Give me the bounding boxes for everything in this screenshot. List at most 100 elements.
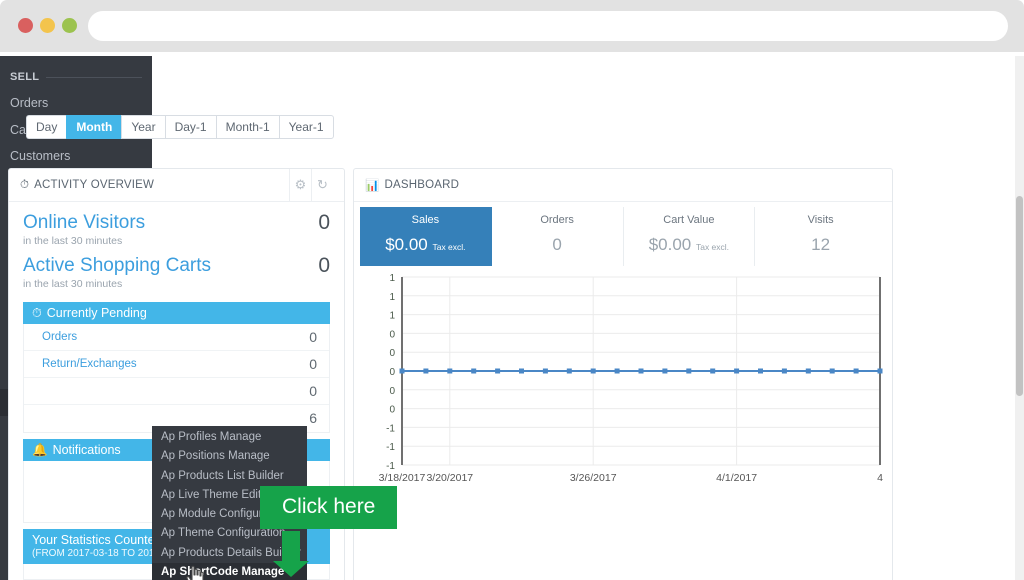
svg-text:0: 0 (389, 329, 395, 340)
activity-overview-header: ⏱ ACTIVITY OVERVIEW ⚙ ↻ (9, 168, 344, 202)
kpi-suffix: Tax excl. (695, 242, 730, 252)
kpi-value-group: 0 (494, 235, 621, 255)
notifications-title: Notifications (52, 442, 121, 457)
svg-text:3/26/2017: 3/26/2017 (570, 472, 617, 484)
dashboard-title: DASHBOARD (384, 179, 460, 191)
svg-text:3/18/2017: 3/18/2017 (379, 472, 426, 484)
activity-overview-title: ACTIVITY OVERVIEW (34, 179, 155, 191)
sidebar-section-label: SELL (10, 71, 40, 83)
svg-text:1: 1 (389, 273, 395, 284)
url-input[interactable] (88, 11, 1008, 41)
submenu-item-ap-positions-manage[interactable]: Ap Positions Manage (152, 447, 307, 466)
svg-text:-1: -1 (386, 461, 395, 472)
list-item[interactable]: 0 (24, 378, 329, 405)
kpi-visits[interactable]: Visits 12 (755, 207, 886, 266)
period-tab-year[interactable]: Year (121, 115, 165, 139)
sidebar-item-customers[interactable]: Customers (0, 143, 152, 170)
kpi-label: Sales (411, 214, 440, 226)
kpi-value: $0.00 (385, 235, 428, 254)
clock-icon: ⏱ (20, 178, 30, 191)
period-tab-month-1[interactable]: Month-1 (215, 115, 279, 139)
kpi-suffix: Tax excl. (432, 242, 466, 252)
content-header (152, 56, 1024, 108)
svg-text:-1: -1 (386, 423, 395, 434)
metric-value: 0 (318, 253, 330, 277)
period-tab-year-1[interactable]: Year-1 (278, 115, 334, 139)
svg-text:1: 1 (389, 292, 395, 303)
dashboard-chart: 1 1 1 0 0 0 0 0 -1 -1 -1 3/18/2017 3/20/2017 3/26/201… (354, 269, 892, 499)
maximize-window-dot[interactable] (62, 18, 77, 33)
clock-icon: ⏱ (32, 305, 42, 320)
period-tab-day[interactable]: Day (26, 115, 67, 139)
callout-label: Click here (260, 486, 398, 529)
page-body: SELL Orders Catalog Customers Customer S… (0, 52, 1024, 580)
svg-text:0: 0 (389, 367, 395, 378)
dashboard-panel: 📊 DASHBOARD Sales $0.00 Tax excl. Orders… (353, 168, 893, 580)
hand-cursor-icon (186, 565, 204, 580)
metric-value: 0 (318, 211, 330, 234)
svg-text:-1: -1 (386, 442, 395, 453)
kpi-label: Visits (807, 214, 834, 226)
metric-label: Online Visitors (23, 212, 146, 233)
sidebar-item-orders[interactable]: Orders (0, 90, 152, 117)
click-here-callout: Click here (260, 486, 398, 577)
pending-row-value: 0 (309, 382, 317, 399)
kpi-orders[interactable]: Orders 0 (492, 207, 624, 266)
kpi-value: 0 (552, 235, 562, 254)
metric-text-group: Online Visitors in the last 30 minutes (23, 212, 145, 255)
window-controls (18, 18, 77, 33)
svg-text:1: 1 (389, 311, 395, 322)
period-selector: Day Month Year Day-1 Month-1 Year-1 (26, 115, 334, 139)
kpi-value-group: $0.00 Tax excl. (362, 235, 489, 255)
gear-icon[interactable]: ⚙ (289, 168, 311, 202)
section-rule (46, 76, 142, 78)
metric-label: Active Shopping Carts (23, 254, 211, 276)
metric-text-group: Active Shopping Carts in the last 30 min… (23, 255, 211, 298)
svg-text:0: 0 (389, 405, 395, 416)
pending-row-label: Return/Exchanges (42, 357, 137, 370)
kpi-value-group: $0.00 Tax excl. (626, 235, 753, 255)
pending-row-value: 0 (309, 355, 317, 372)
list-item[interactable]: Orders 0 (24, 324, 329, 351)
metric-active-shopping-carts: Active Shopping Carts in the last 30 min… (23, 253, 330, 298)
app-root: SELL Orders Catalog Customers Customer S… (0, 0, 1024, 580)
list-item[interactable]: Return/Exchanges 0 (24, 351, 329, 378)
period-tab-day-1[interactable]: Day-1 (164, 115, 216, 139)
submenu-item-ap-products-list-builder[interactable]: Ap Products List Builder (152, 467, 307, 486)
refresh-icon[interactable]: ↻ (311, 168, 333, 202)
kpi-label: Orders (540, 214, 574, 226)
svg-text:4/1/2017: 4/1/2017 (716, 472, 757, 484)
metric-sublabel: in the last 30 minutes (23, 234, 123, 247)
activity-overview-actions: ⚙ ↻ (289, 168, 333, 202)
close-window-dot[interactable] (18, 18, 33, 33)
browser-chrome (0, 0, 1024, 52)
currently-pending-title: Currently Pending (46, 305, 147, 320)
bell-icon: 🔔 (32, 442, 48, 457)
kpi-row: Sales $0.00 Tax excl. Orders 0 Cart Valu… (354, 202, 892, 272)
kpi-value-group: 12 (757, 235, 884, 255)
svg-text:0: 0 (389, 348, 395, 359)
bar-chart-icon: 📊 (365, 180, 380, 192)
kpi-value: $0.00 (648, 235, 692, 254)
dashboard-header: 📊 DASHBOARD (354, 169, 892, 202)
sidebar-section-heading: SELL (0, 64, 152, 90)
kpi-cart-value[interactable]: Cart Value $0.00 Tax excl. (624, 207, 756, 266)
pending-row-value: 6 (309, 410, 317, 427)
pending-row-label: Orders (42, 330, 78, 343)
page-scrollbar-track[interactable] (1015, 56, 1024, 580)
dashboard-title-group: 📊 DASHBOARD (365, 178, 459, 192)
minimize-window-dot[interactable] (40, 18, 55, 33)
currently-pending-list: Orders 0 Return/Exchanges 0 0 6 (23, 323, 330, 433)
callout-arrow-icon (273, 531, 309, 577)
metric-sublabel: in the last 30 minutes (23, 277, 123, 290)
period-tab-month[interactable]: Month (66, 115, 122, 139)
page-scrollbar-thumb[interactable] (1016, 196, 1023, 396)
line-chart-svg: 11100000-1-1-13/18/2017 3/20/2017 3/26/201… (379, 273, 883, 484)
svg-text:0: 0 (389, 386, 395, 397)
submenu-item-ap-profiles-manage[interactable]: Ap Profiles Manage (152, 428, 307, 447)
kpi-sales[interactable]: Sales $0.00 Tax excl. (360, 207, 492, 266)
pending-row-value: 0 (309, 328, 317, 345)
svg-text:3/20/2017: 3/20/2017 (426, 472, 473, 484)
metric-online-visitors: Online Visitors in the last 30 minutes 0 (23, 211, 330, 255)
kpi-value: 12 (811, 235, 831, 254)
